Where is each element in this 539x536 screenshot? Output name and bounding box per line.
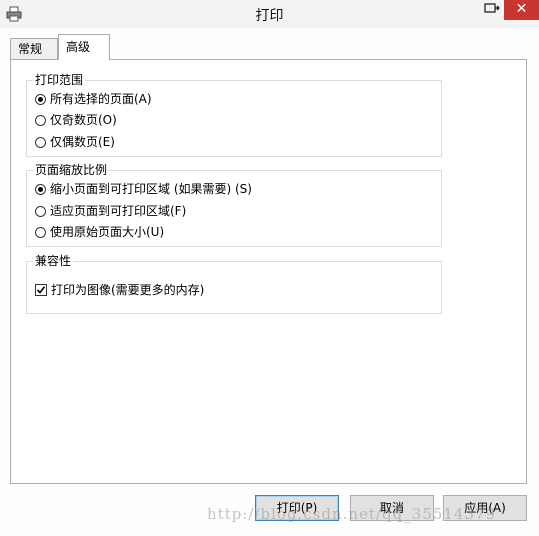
- compatibility-group: 兼容性 打印为图像(需要更多的内存): [26, 253, 442, 314]
- radio-button[interactable]: [35, 205, 46, 217]
- compatibility-label: 兼容性: [33, 253, 74, 269]
- tab-advanced-label: 高级: [66, 40, 91, 54]
- radio-label: 仅偶数页(E): [50, 135, 115, 149]
- tab-general-label: 常规: [18, 42, 43, 56]
- checkmark-icon: [36, 286, 46, 294]
- radio-shrink-to-fit[interactable]: 缩小页面到可打印区域 (如果需要) (S): [35, 180, 252, 198]
- page-scaling-group: 页面缩放比例 缩小页面到可打印区域 (如果需要) (S) 适应页面到可打印区域(…: [26, 162, 442, 247]
- tab-panel: 打印范围 所有选择的页面(A) 仅奇数页(O) 仅偶数页(E) 页面缩放比例 缩…: [10, 59, 527, 484]
- radio-label: 仅奇数页(O): [50, 113, 117, 127]
- radio-fit-to-page[interactable]: 适应页面到可打印区域(F): [35, 202, 186, 220]
- radio-label: 使用原始页面大小(U): [50, 225, 165, 239]
- radio-actual-size[interactable]: 使用原始页面大小(U): [35, 223, 164, 241]
- checkbox-label: 打印为图像(需要更多的内存): [51, 283, 205, 297]
- print-range-group: 打印范围 所有选择的页面(A) 仅奇数页(O) 仅偶数页(E): [26, 72, 442, 157]
- print-button[interactable]: 打印(P): [255, 495, 339, 521]
- radio-button[interactable]: [35, 183, 46, 195]
- radio-label: 缩小页面到可打印区域 (如果需要) (S): [50, 182, 252, 196]
- tab-general[interactable]: 常规: [10, 38, 58, 59]
- window-title: 打印: [255, 8, 284, 24]
- print-as-image-option[interactable]: 打印为图像(需要更多的内存): [35, 281, 204, 299]
- radio-all-pages[interactable]: 所有选择的页面(A): [35, 90, 152, 108]
- tab-advanced[interactable]: 高级: [58, 34, 110, 60]
- title-bar: 打印 ✕: [0, 0, 539, 28]
- close-button[interactable]: ✕: [504, 0, 539, 20]
- radio-button[interactable]: [35, 93, 46, 105]
- page-scaling-label: 页面缩放比例: [33, 162, 110, 178]
- close-icon: ✕: [515, 1, 528, 17]
- radio-button[interactable]: [35, 114, 46, 126]
- cancel-button[interactable]: 取消: [350, 495, 434, 521]
- radio-button[interactable]: [35, 226, 46, 238]
- apply-button[interactable]: 应用(A): [443, 495, 527, 521]
- print-as-image-checkbox[interactable]: [35, 284, 47, 296]
- restore-icon[interactable]: [482, 1, 500, 17]
- radio-odd-pages[interactable]: 仅奇数页(O): [35, 111, 117, 129]
- print-range-label: 打印范围: [33, 72, 86, 88]
- radio-button[interactable]: [35, 136, 46, 148]
- radio-label: 所有选择的页面(A): [50, 92, 152, 106]
- radio-even-pages[interactable]: 仅偶数页(E): [35, 133, 115, 151]
- radio-label: 适应页面到可打印区域(F): [50, 204, 187, 218]
